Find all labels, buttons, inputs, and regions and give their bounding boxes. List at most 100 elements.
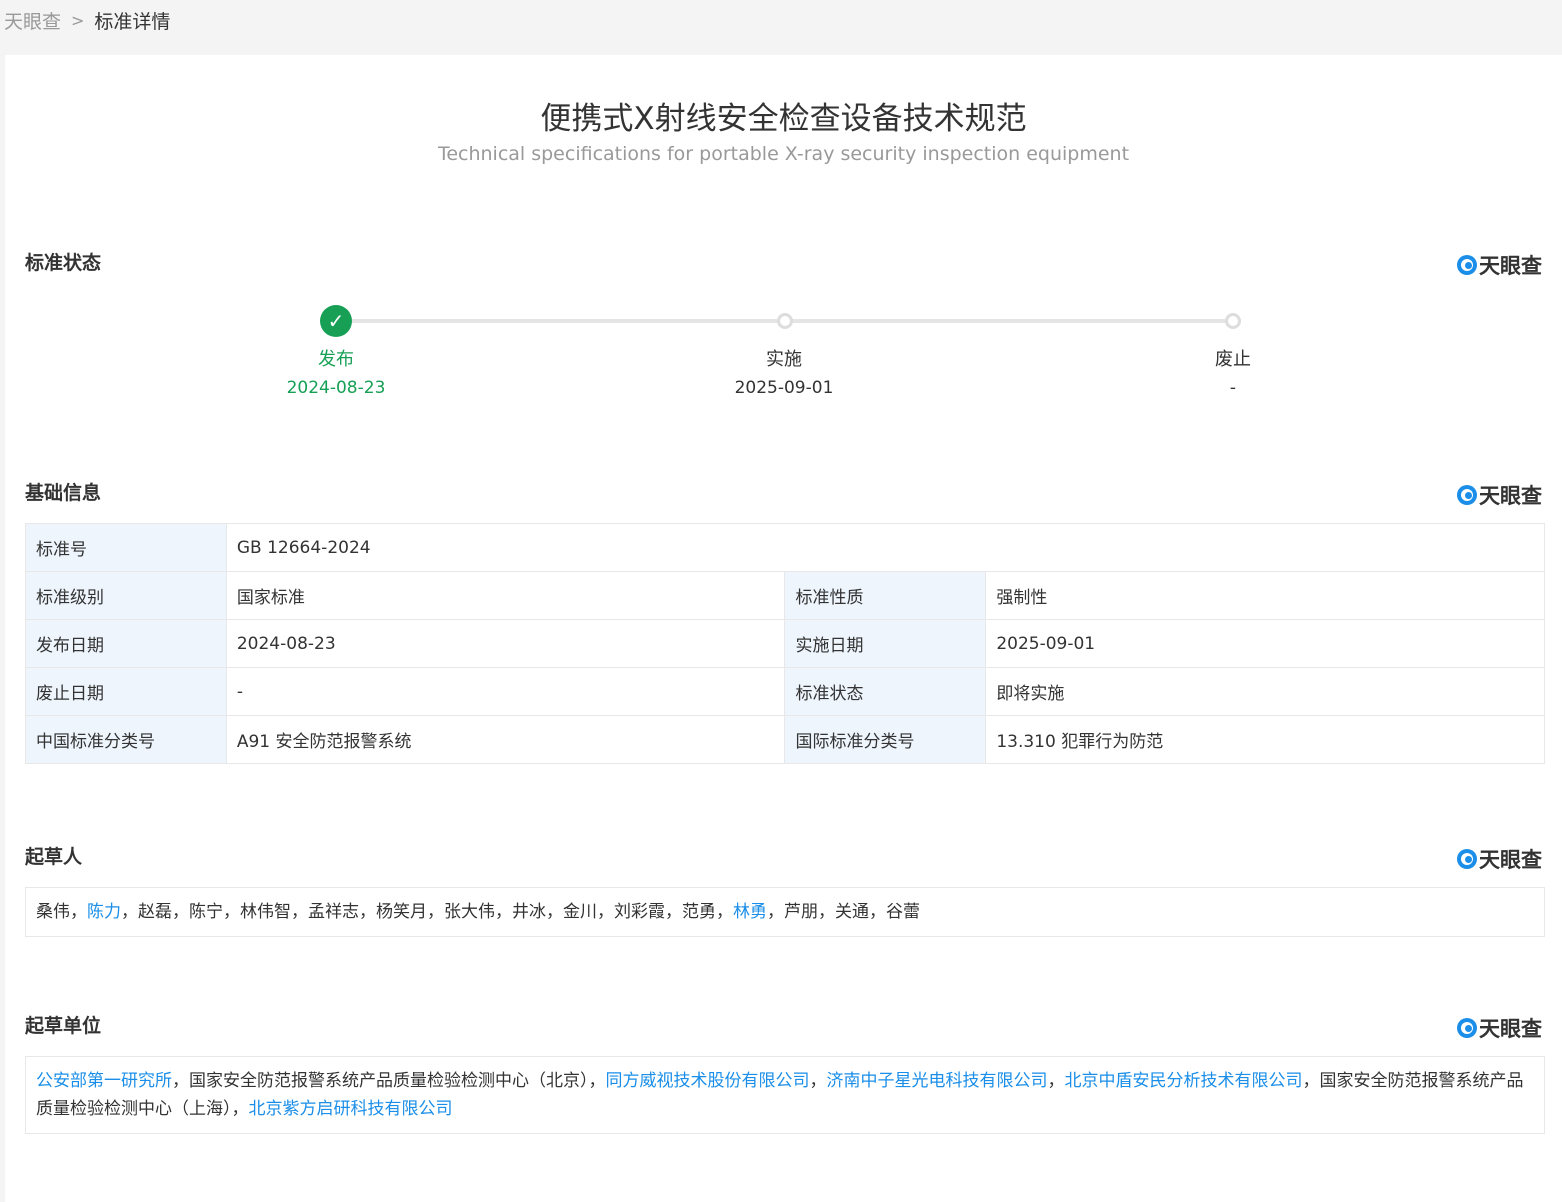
drafting-unit[interactable]: 同方威视技术股份有限公司 xyxy=(606,1071,810,1091)
drafter-name[interactable]: 林勇 xyxy=(733,902,767,922)
drafter-name: 杨笑月 xyxy=(376,902,427,922)
field-label: 标准级别 xyxy=(25,571,227,620)
drafting-unit[interactable]: 公安部第一研究所 xyxy=(36,1071,172,1091)
field-label: 废止日期 xyxy=(25,667,227,716)
brand-text: 天眼查 xyxy=(1479,848,1542,872)
field-label: 国际标准分类号 xyxy=(784,715,987,764)
brand-logo: 天眼查 xyxy=(1457,1013,1542,1043)
field-value: 即将实施 xyxy=(985,667,1545,716)
drafter-name: 赵磊 xyxy=(138,902,172,922)
table-row: 标准级别 国家标准 标准性质 强制性 xyxy=(25,571,1545,620)
drafter-name: 张大伟 xyxy=(444,902,495,922)
separator: ， xyxy=(818,902,835,922)
chevron-right-icon: > xyxy=(71,10,85,30)
status-timeline: ✓ 发布 2024-08-23 实施 2025-09-01 废止 - xyxy=(5,305,1562,405)
drafter-name[interactable]: 陈力 xyxy=(87,902,121,922)
drafters-list: 桑伟，陈力，赵磊，陈宁，林伟智，孟祥志，杨笑月，张大伟，井冰，金川，刘彩霞，范勇… xyxy=(25,887,1545,937)
timeline-date-publish: 2024-08-23 xyxy=(286,378,386,398)
units-section-header: 起草单位 天眼查 xyxy=(25,1011,1542,1041)
status-section-header: 标准状态 天眼查 xyxy=(25,248,1542,278)
separator: ， xyxy=(597,902,614,922)
timeline-date-implement: 2025-09-01 xyxy=(734,378,834,398)
tianyancha-logo-icon xyxy=(1457,255,1477,275)
breadcrumb-current: 标准详情 xyxy=(94,10,171,33)
field-label: 标准性质 xyxy=(784,571,987,620)
timeline-date-abolish: - xyxy=(1229,378,1237,398)
field-value: 13.310 犯罪行为防范 xyxy=(985,715,1545,764)
timeline-label-implement: 实施 xyxy=(766,349,802,370)
timeline-dot-implement xyxy=(777,313,793,329)
field-value: 2025-09-01 xyxy=(985,619,1545,668)
timeline-dot-abolish xyxy=(1225,313,1241,329)
field-value: A91 安全防范报警系统 xyxy=(225,715,786,764)
field-value: GB 12664-2024 xyxy=(225,523,1546,572)
brand-text: 天眼查 xyxy=(1479,254,1542,278)
separator: ， xyxy=(767,902,784,922)
basic-section-header: 基础信息 天眼查 xyxy=(25,478,1542,508)
standard-detail-card: 便携式X射线安全检查设备技术规范 Technical specification… xyxy=(5,55,1562,1202)
separator: ， xyxy=(359,902,376,922)
brand-text: 天眼查 xyxy=(1479,484,1542,508)
separator: ， xyxy=(1047,1071,1065,1091)
breadcrumb: 天眼查 > 标准详情 xyxy=(0,0,1562,40)
section-title-status: 标准状态 xyxy=(25,252,102,274)
field-label: 发布日期 xyxy=(25,619,227,668)
brand-text: 天眼查 xyxy=(1479,1017,1542,1041)
drafter-name: 桑伟 xyxy=(36,902,70,922)
drafting-unit[interactable]: 济南中子星光电科技有限公司 xyxy=(827,1071,1048,1091)
section-title-basic: 基础信息 xyxy=(25,482,102,504)
table-row: 发布日期 2024-08-23 实施日期 2025-09-01 xyxy=(25,619,1545,668)
separator: ， xyxy=(223,902,240,922)
drafter-name: 林伟智 xyxy=(240,902,291,922)
separator: ， xyxy=(546,902,563,922)
section-title-units: 起草单位 xyxy=(25,1015,102,1037)
title-block: 便携式X射线安全检查设备技术规范 Technical specification… xyxy=(5,99,1562,165)
timeline-label-abolish: 废止 xyxy=(1215,349,1251,370)
separator: ， xyxy=(70,902,87,922)
separator: ， xyxy=(869,902,886,922)
table-row: 标准号 GB 12664-2024 xyxy=(25,523,1546,572)
tianyancha-logo-icon xyxy=(1457,485,1477,505)
drafter-name: 刘彩霞 xyxy=(614,902,665,922)
drafter-name: 芦朋 xyxy=(784,902,818,922)
drafter-name: 谷蕾 xyxy=(886,902,920,922)
brand-logo: 天眼查 xyxy=(1457,250,1542,280)
drafting-unit[interactable]: 北京紫方启研科技有限公司 xyxy=(249,1099,453,1119)
separator: ， xyxy=(809,1071,827,1091)
basic-info-table: 标准号 GB 12664-2024 标准级别 国家标准 标准性质 强制性 发布日… xyxy=(25,523,1546,764)
brand-logo: 天眼查 xyxy=(1457,844,1542,874)
section-title-drafters: 起草人 xyxy=(25,846,83,868)
drafter-name: 关通 xyxy=(835,902,869,922)
table-row: 废止日期 - 标准状态 即将实施 xyxy=(25,667,1545,716)
separator: ， xyxy=(172,1071,189,1091)
separator: ， xyxy=(716,902,733,922)
timeline-label-publish: 发布 xyxy=(318,349,354,370)
check-icon: ✓ xyxy=(320,305,352,337)
table-row: 中国标准分类号 A91 安全防范报警系统 国际标准分类号 13.310 犯罪行为… xyxy=(25,715,1545,764)
separator: ， xyxy=(121,902,138,922)
field-label: 实施日期 xyxy=(784,619,987,668)
drafter-name: 井冰 xyxy=(512,902,546,922)
separator: ， xyxy=(291,902,308,922)
separator: ， xyxy=(172,902,189,922)
separator: ， xyxy=(231,1099,249,1119)
separator: ， xyxy=(665,902,682,922)
separator: ， xyxy=(1302,1071,1320,1091)
field-label: 标准号 xyxy=(25,523,227,572)
drafter-name: 范勇 xyxy=(682,902,716,922)
field-label: 中国标准分类号 xyxy=(25,715,227,764)
drafting-units-list: 公安部第一研究所，国家安全防范报警系统产品质量检验检测中心（北京），同方威视技术… xyxy=(25,1056,1545,1134)
breadcrumb-home-link[interactable]: 天眼查 xyxy=(4,7,61,34)
page-title: 便携式X射线安全检查设备技术规范 xyxy=(540,101,1027,137)
drafter-name: 金川 xyxy=(563,902,597,922)
drafters-section-header: 起草人 天眼查 xyxy=(25,842,1542,872)
field-value: 2024-08-23 xyxy=(225,619,786,668)
drafter-name: 孟祥志 xyxy=(308,902,359,922)
separator: ， xyxy=(495,902,512,922)
drafter-name: 陈宁 xyxy=(189,902,223,922)
tianyancha-logo-icon xyxy=(1457,1018,1477,1038)
drafting-unit[interactable]: 北京中盾安民分析技术有限公司 xyxy=(1065,1071,1303,1091)
separator: ， xyxy=(427,902,444,922)
tianyancha-logo-icon xyxy=(1457,849,1477,869)
field-value: 强制性 xyxy=(985,571,1545,620)
